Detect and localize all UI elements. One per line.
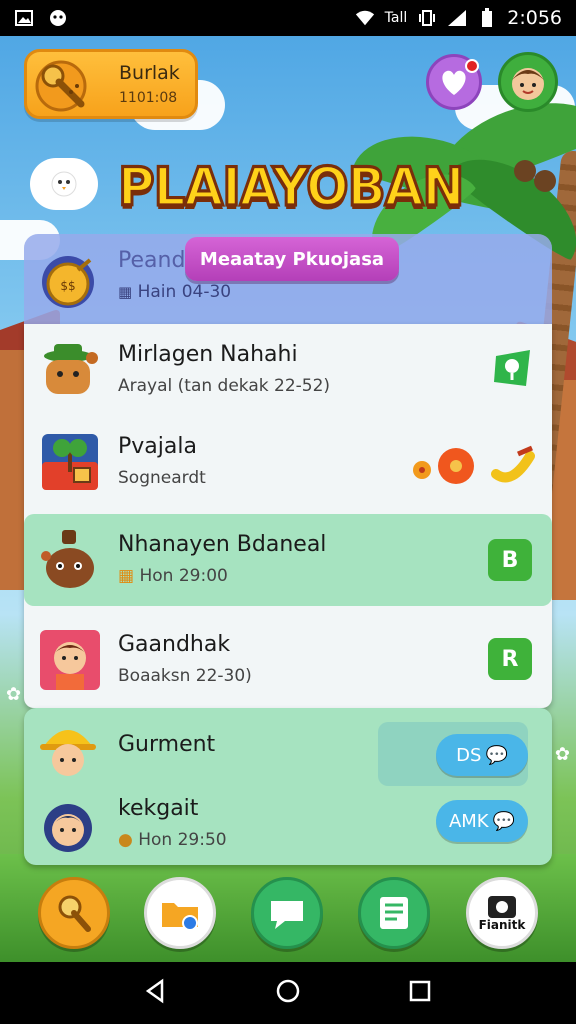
- chat-icon: 💬: [492, 810, 516, 832]
- chat-icon: 💬: [485, 744, 508, 766]
- claim-button[interactable]: B: [488, 539, 532, 581]
- tree-card-icon: [40, 432, 100, 492]
- banana-icon: [491, 445, 535, 483]
- cookie-icon: ●: [118, 830, 133, 850]
- list-item[interactable]: Pvajala Sogneardt: [24, 416, 552, 508]
- banner-title: Peand: [118, 248, 186, 273]
- grid-icon: ▦: [118, 283, 133, 301]
- girl-avatar-icon: [40, 630, 100, 690]
- friend-name: Gurment: [118, 732, 216, 757]
- friend-item[interactable]: kekgait ● Hon 29:50 AMK 💬: [24, 790, 552, 864]
- vibrate-icon: [417, 8, 437, 28]
- list-item-title: Nhanayen Bdaneal: [118, 532, 327, 557]
- banner-subtitle: ▦ Hain 04-30: [118, 282, 232, 302]
- dock-camera-label: Fianitk: [478, 918, 526, 932]
- friend-action-chip[interactable]: DS 💬: [436, 734, 528, 776]
- horn-icon: [58, 895, 91, 932]
- pill-title: Burlak: [119, 62, 180, 84]
- heart-icon: [442, 70, 466, 95]
- image-icon: [14, 8, 34, 28]
- carrier-label: Tall: [384, 10, 408, 26]
- dock-folder-button[interactable]: [144, 877, 216, 949]
- quest-list: Mirlagen Nahahi Arayal (tan dekak 22-52)…: [24, 324, 552, 708]
- resource-pill[interactable]: Burlak 1101:08: [24, 49, 198, 119]
- dock-chat-button[interactable]: [251, 877, 323, 949]
- flower-icon: ✿: [554, 744, 570, 765]
- clock: 2:056: [507, 7, 562, 29]
- flower-icon: [413, 461, 431, 479]
- list-item[interactable]: Nhanayen Bdaneal ▦ Hon 29:00 B: [24, 514, 552, 606]
- acorn-character-icon: [40, 530, 100, 590]
- chat-bubble-icon[interactable]: [30, 158, 98, 210]
- signal-icon: [447, 8, 467, 28]
- coin-bag-icon: $$: [38, 252, 98, 312]
- flower-rewards: [408, 434, 538, 494]
- battery-icon: [477, 8, 497, 28]
- calendar-icon: ▦: [118, 566, 135, 586]
- recents-icon[interactable]: [406, 977, 434, 1009]
- svg-text:$$: $$: [60, 279, 75, 293]
- list-item-subtitle: ▦ Hon 29:00: [118, 566, 228, 586]
- back-icon[interactable]: [142, 977, 170, 1009]
- friend-item[interactable]: Gurment DS 💬: [24, 712, 552, 786]
- game-title: PLAIAYOBAN: [117, 155, 466, 219]
- avatar: [512, 68, 544, 100]
- folder-icon: [162, 903, 198, 931]
- promo-button[interactable]: Meaatay Pkuojasa: [185, 237, 399, 281]
- list-item-title: Mirlagen Nahahi: [118, 342, 298, 367]
- friend-action-chip[interactable]: AMK 💬: [436, 800, 528, 842]
- home-icon[interactable]: [274, 977, 302, 1009]
- list-icon: [380, 897, 408, 929]
- wifi-icon: [355, 8, 375, 28]
- friends-panel: Gurment DS 💬 kekgait ● Hon 29:50 AMK 💬: [24, 708, 552, 865]
- hardhat-avatar-icon: [38, 718, 98, 778]
- map-pin-icon[interactable]: [490, 346, 536, 396]
- status-bar: Tall 2:056: [0, 0, 576, 36]
- dock-list-button[interactable]: [358, 877, 430, 949]
- game-controller-icon: [48, 8, 68, 28]
- profile-avatar-button[interactable]: [498, 52, 558, 112]
- dock-camera-button[interactable]: Fianitk: [466, 877, 538, 949]
- chat-icon: [271, 901, 303, 929]
- list-item-title: Pvajala: [118, 434, 197, 459]
- flower-icon: ✿: [6, 684, 22, 705]
- likes-button[interactable]: [426, 54, 482, 110]
- reward-button[interactable]: R: [488, 638, 532, 680]
- list-item-subtitle: Arayal (tan dekak 22-52): [118, 376, 331, 396]
- boy-avatar-icon: [38, 796, 98, 856]
- friend-subtitle: ● Hon 29:50: [118, 830, 227, 850]
- pill-subtitle: 1101:08: [119, 90, 178, 106]
- list-item[interactable]: Gaandhak Boaaksn 22-30) R: [24, 614, 552, 706]
- list-item-title: Gaandhak: [118, 632, 231, 657]
- list-item[interactable]: Mirlagen Nahahi Arayal (tan dekak 22-52): [24, 324, 552, 416]
- flower-icon: [438, 448, 474, 484]
- list-item-subtitle: Boaaksn 22-30): [118, 666, 252, 686]
- notification-badge: [465, 59, 479, 73]
- friend-name: kekgait: [118, 796, 199, 821]
- coconut: [534, 170, 556, 192]
- list-item-subtitle: Sogneardt: [118, 468, 206, 488]
- horn-icon: [33, 56, 91, 112]
- system-nav-bar: [0, 962, 576, 1024]
- coconut: [514, 160, 536, 182]
- dock-horn-button[interactable]: [38, 877, 110, 949]
- character-hat-icon: [40, 340, 100, 400]
